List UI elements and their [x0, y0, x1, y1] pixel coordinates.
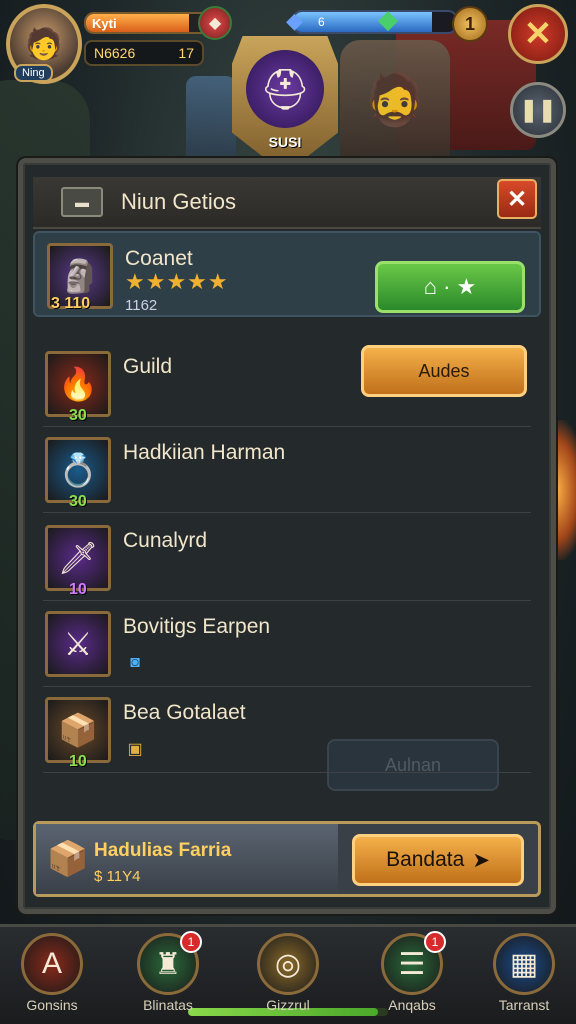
item-name: Hadkiian Harman — [123, 441, 286, 464]
nav-label: Anqabs — [388, 997, 436, 1013]
list-item[interactable]: 🔥 30 Guild Audes — [33, 341, 541, 427]
nav-item[interactable]: ☰ 1 Anqabs — [362, 931, 462, 1023]
item-tag-icon: ▣ — [127, 741, 143, 758]
warrior-portrait: 🧔 — [340, 40, 450, 160]
counter-left-value: N6626 — [94, 45, 136, 61]
item-quantity: 3 110 — [51, 295, 91, 312]
blue-diamond-icon: ◆ — [286, 8, 303, 33]
pause-icon[interactable]: ❚❚ — [510, 82, 566, 138]
mana-bar-fill — [294, 12, 432, 32]
panel-close-button[interactable]: ✕ — [497, 179, 537, 219]
coin-badge[interactable]: 1 — [452, 6, 488, 42]
main-panel: ▬ Niun Getios ✕ 🗿 3 110 Coanet ★★★★★ 1162 ⌂ ·… — [18, 158, 556, 914]
nav-item[interactable]: ◎ Gizzrul — [238, 933, 338, 1023]
nav-item[interactable]: ♜ 1 Blinatas — [118, 931, 218, 1023]
nav-label: Gizzrul — [266, 997, 310, 1013]
nav-label: Tarranst — [498, 997, 550, 1013]
star-rating: ★★★★★ — [125, 269, 229, 294]
green-gem-icon: ◆ — [378, 4, 398, 34]
item-name: Bea Gotalaet — [123, 701, 246, 724]
red-gem-icon[interactable]: ◆ — [198, 6, 232, 40]
offer-name: Hadulias Farria — [94, 840, 232, 861]
item-quantity: 30 — [69, 493, 87, 510]
list-item[interactable]: 🗡 10 Cunalyrd — [33, 515, 541, 601]
emblem-label: SUSI — [268, 134, 302, 150]
item-quantity: 30 — [69, 407, 87, 424]
counter-right-value: 17 — [178, 45, 194, 61]
offer-info: 📦 Hadulias Farria $ 11Y4 — [36, 824, 338, 894]
buy-button-label: Bandata — [386, 848, 465, 871]
list-item[interactable]: ⚔ Bovitigs Earpen ◙ — [33, 601, 541, 687]
panel-header: ▬ Niun Getios ✕ — [33, 177, 541, 229]
bottom-nav: A Gonsins ♜ 1 Blinatas ◎ Gizzrul ☰ 1 Anqabs ▦ Tarra… — [0, 924, 576, 1024]
nav-label: Gonsins — [26, 997, 78, 1013]
adds-button[interactable]: Audes — [361, 345, 527, 397]
chest-icon: 📦 — [46, 840, 90, 878]
avatar-level-badge: Ning — [14, 64, 53, 82]
notification-badge: 1 — [424, 931, 446, 953]
player-name-label: Kyti — [92, 16, 117, 31]
item-icon: ⚔ — [45, 611, 111, 677]
mana-bar: 6 — [292, 10, 458, 34]
top-hud: 🧑 Ning Kyti ◆ N6626 17 6 ◆ ◆ 1 ✕ ❚❚ ⛑ SU… — [0, 0, 576, 174]
panel-menu-icon: ▬ — [61, 187, 103, 217]
nav-item[interactable]: ▦ Tarranst — [474, 933, 574, 1023]
upgrade-button[interactable]: ⌂ · ★ — [375, 261, 525, 313]
offer-bar: 📦 Hadulias Farria $ 11Y4 Bandata ➤ — [33, 821, 541, 897]
row-divider — [43, 512, 531, 513]
nav-label: Blinatas — [143, 997, 193, 1013]
disabled-button: Aulnan — [327, 739, 499, 791]
close-icon[interactable]: ✕ — [508, 4, 568, 64]
nav-icon: ▦ — [493, 933, 555, 995]
item-list: 🗿 3 110 Coanet ★★★★★ 1162 ⌂ · ★ 🔥 30 Guild Audes 💍… — [33, 231, 541, 791]
helmet-icon: ⛑ — [246, 50, 324, 128]
nav-icon: ◎ — [257, 933, 319, 995]
panel-title: Niun Getios — [121, 189, 236, 214]
mana-bar-value: 6 — [318, 15, 325, 29]
item-name: Coanet — [125, 247, 193, 270]
arrow-icon: ➤ — [472, 848, 490, 872]
item-power-value: 1162 — [125, 297, 158, 314]
item-name: Bovitigs Earpen — [123, 615, 271, 638]
buy-button[interactable]: Bandata ➤ — [352, 834, 524, 886]
resource-counter: N6626 17 — [84, 40, 204, 66]
list-item[interactable]: 📦 10 Bea Gotalaet ▣ Aulnan — [33, 687, 541, 791]
row-divider — [43, 772, 531, 773]
nav-icon: A — [21, 933, 83, 995]
nav-item[interactable]: A Gonsins — [2, 933, 102, 1023]
notification-badge: 1 — [180, 931, 202, 953]
guild-emblem[interactable]: ⛑ SUSI — [232, 36, 338, 174]
list-item[interactable]: 🗿 3 110 Coanet ★★★★★ 1162 ⌂ · ★ — [33, 231, 541, 317]
item-name: Guild — [123, 355, 173, 378]
offer-price: $ 11Y4 — [94, 868, 141, 885]
item-quantity: 10 — [69, 581, 87, 598]
knight-figure — [186, 76, 236, 166]
item-tag-icon: ◙ — [130, 654, 140, 671]
list-item[interactable]: 💍 30 Hadkiian Harman — [33, 427, 541, 513]
item-name: Cunalyrd — [123, 529, 208, 552]
item-quantity: 10 — [69, 753, 87, 770]
